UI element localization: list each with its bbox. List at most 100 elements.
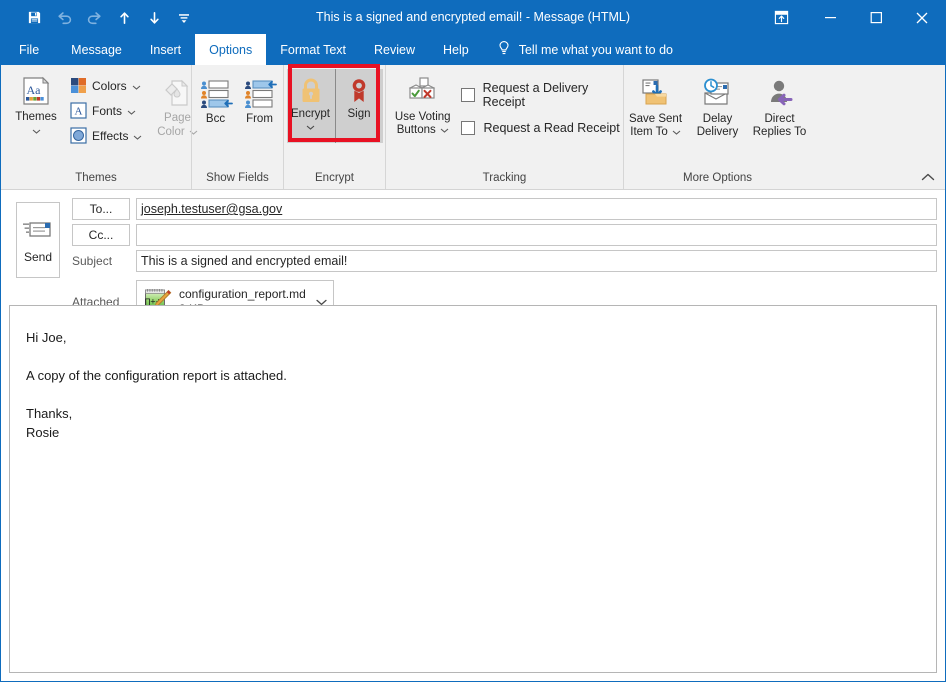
tab-format-text[interactable]: Format Text <box>266 34 360 65</box>
tab-options[interactable]: Options <box>195 34 266 65</box>
theme-fonts-button[interactable]: A Fonts <box>69 100 146 121</box>
direct-replies-label-line2: Replies To <box>753 126 807 139</box>
bcc-icon <box>199 75 233 111</box>
minimize-button[interactable] <box>807 1 853 34</box>
ribbon-group-more-options: Save Sent Item To <box>623 65 811 189</box>
previous-item-icon[interactable] <box>109 5 139 31</box>
tab-insert[interactable]: Insert <box>136 34 195 65</box>
message-body[interactable]: Hi Joe, A copy of the configuration repo… <box>9 305 937 673</box>
redo-icon[interactable] <box>79 5 109 31</box>
themes-button-label: Themes <box>15 111 57 124</box>
tab-file[interactable]: File <box>1 34 57 65</box>
bcc-button-label: Bcc <box>206 113 225 126</box>
save-sent-item-to-button[interactable]: Save Sent Item To <box>625 71 687 139</box>
tracking-checkboxes: Request a Delivery Receipt Request a Rea… <box>453 69 623 135</box>
tell-me-label: Tell me what you want to do <box>519 43 673 57</box>
to-button[interactable]: To... <box>72 198 130 220</box>
from-button[interactable]: From <box>238 71 282 126</box>
chevron-down-icon[interactable] <box>132 79 141 93</box>
ribbon-group-tracking: Use Voting Buttons Request a Delivery Re… <box>385 65 623 189</box>
use-voting-buttons-label-line2: Buttons <box>397 124 436 137</box>
maximize-button[interactable] <box>853 1 899 34</box>
tab-message[interactable]: Message <box>57 34 136 65</box>
ribbon-group-label-more-options: More Options <box>624 169 811 189</box>
chevron-down-icon[interactable] <box>672 126 681 139</box>
page-color-label-line2: Color <box>157 125 184 139</box>
checkbox-icon[interactable] <box>461 88 474 102</box>
tell-me-search[interactable]: Tell me what you want to do <box>483 34 673 65</box>
send-button[interactable]: Send <box>16 202 60 278</box>
direct-replies-to-button[interactable]: Direct Replies To <box>749 71 811 139</box>
use-voting-buttons-button[interactable]: Use Voting Buttons <box>392 69 453 137</box>
ribbon-group-label-show-fields: Show Fields <box>192 169 283 189</box>
collapse-ribbon-icon[interactable] <box>921 170 935 184</box>
voting-buttons-icon <box>405 73 441 109</box>
ribbon-tabs: File Message Insert Options Format Text … <box>1 34 945 65</box>
save-sent-item-label-line1: Save Sent <box>629 113 682 126</box>
lightbulb-icon <box>497 40 511 59</box>
ribbon-display-options-icon[interactable] <box>755 1 807 34</box>
to-row: To... joseph.testuser@gsa.gov <box>72 198 937 220</box>
theme-effects-label: Effects <box>92 129 128 143</box>
theme-fonts-label: Fonts <box>92 104 122 118</box>
encrypt-button-label: Encrypt <box>291 108 330 120</box>
themes-icon: Aa <box>20 73 52 109</box>
svg-text:A: A <box>74 106 82 118</box>
use-voting-buttons-label-line1: Use Voting <box>395 111 451 124</box>
encrypt-button[interactable]: Encrypt <box>287 69 335 143</box>
chevron-down-icon[interactable] <box>306 121 315 133</box>
delay-delivery-icon <box>700 75 736 111</box>
chevron-down-icon[interactable] <box>133 129 142 143</box>
chevron-down-icon[interactable] <box>127 104 136 118</box>
sign-button[interactable]: Sign <box>335 69 383 143</box>
cc-button[interactable]: Cc... <box>72 224 130 246</box>
subject-row: Subject This is a signed and encrypted e… <box>72 250 937 272</box>
bcc-button[interactable]: Bcc <box>194 71 238 126</box>
next-item-icon[interactable] <box>139 5 169 31</box>
checkbox-icon[interactable] <box>461 121 475 135</box>
theme-effects-icon <box>69 127 87 145</box>
subject-input[interactable]: This is a signed and encrypted email! <box>136 250 937 272</box>
ribbon-group-show-fields: Bcc <box>191 65 283 189</box>
to-input[interactable]: joseph.testuser@gsa.gov <box>136 198 937 220</box>
ribbon-group-label-themes: Themes <box>1 169 191 189</box>
body-line-content: A copy of the configuration report is at… <box>26 366 920 385</box>
theme-effects-button[interactable]: Effects <box>69 125 146 146</box>
outlook-message-window: This is a signed and encrypted email! - … <box>0 0 946 682</box>
delay-delivery-button[interactable]: Delay Delivery <box>687 71 749 139</box>
title-bar: This is a signed and encrypted email! - … <box>1 1 945 34</box>
quick-access-toolbar <box>1 1 199 34</box>
chevron-down-icon[interactable] <box>32 125 41 138</box>
themes-button[interactable]: Aa Themes <box>7 69 65 138</box>
cc-input[interactable] <box>136 224 937 246</box>
from-icon <box>243 75 277 111</box>
request-delivery-receipt-checkbox[interactable]: Request a Delivery Receipt <box>461 81 623 109</box>
body-line-signoff: Thanks, <box>26 404 920 423</box>
customize-quick-access-toolbar-icon[interactable] <box>169 5 199 31</box>
close-button[interactable] <box>899 1 945 34</box>
subject-label: Subject <box>72 250 130 272</box>
request-delivery-receipt-label: Request a Delivery Receipt <box>483 81 623 109</box>
theme-colors-label: Colors <box>92 79 127 93</box>
ribbon-group-label-encrypt: Encrypt <box>284 169 385 189</box>
request-read-receipt-checkbox[interactable]: Request a Read Receipt <box>461 121 623 135</box>
send-button-label: Send <box>24 250 52 264</box>
ribbon: Aa Themes <box>1 65 945 190</box>
save-sent-item-icon <box>638 75 674 111</box>
save-sent-item-label-line2: Item To <box>630 126 668 139</box>
cc-row: Cc... <box>72 224 937 246</box>
lock-icon <box>298 74 324 108</box>
to-recipient-value: joseph.testuser@gsa.gov <box>141 202 282 216</box>
theme-colors-button[interactable]: Colors <box>69 75 146 96</box>
attachment-file-name: configuration_report.md <box>179 287 313 302</box>
page-color-icon <box>161 75 193 111</box>
svg-text:Aa: Aa <box>27 83 42 97</box>
undo-icon[interactable] <box>49 5 79 31</box>
page-color-label-line1: Page <box>164 111 191 125</box>
save-icon[interactable] <box>19 5 49 31</box>
chevron-down-icon[interactable] <box>440 124 449 137</box>
direct-replies-label-line1: Direct <box>764 113 794 126</box>
tab-help[interactable]: Help <box>429 34 483 65</box>
request-read-receipt-label: Request a Read Receipt <box>483 121 619 135</box>
tab-review[interactable]: Review <box>360 34 429 65</box>
